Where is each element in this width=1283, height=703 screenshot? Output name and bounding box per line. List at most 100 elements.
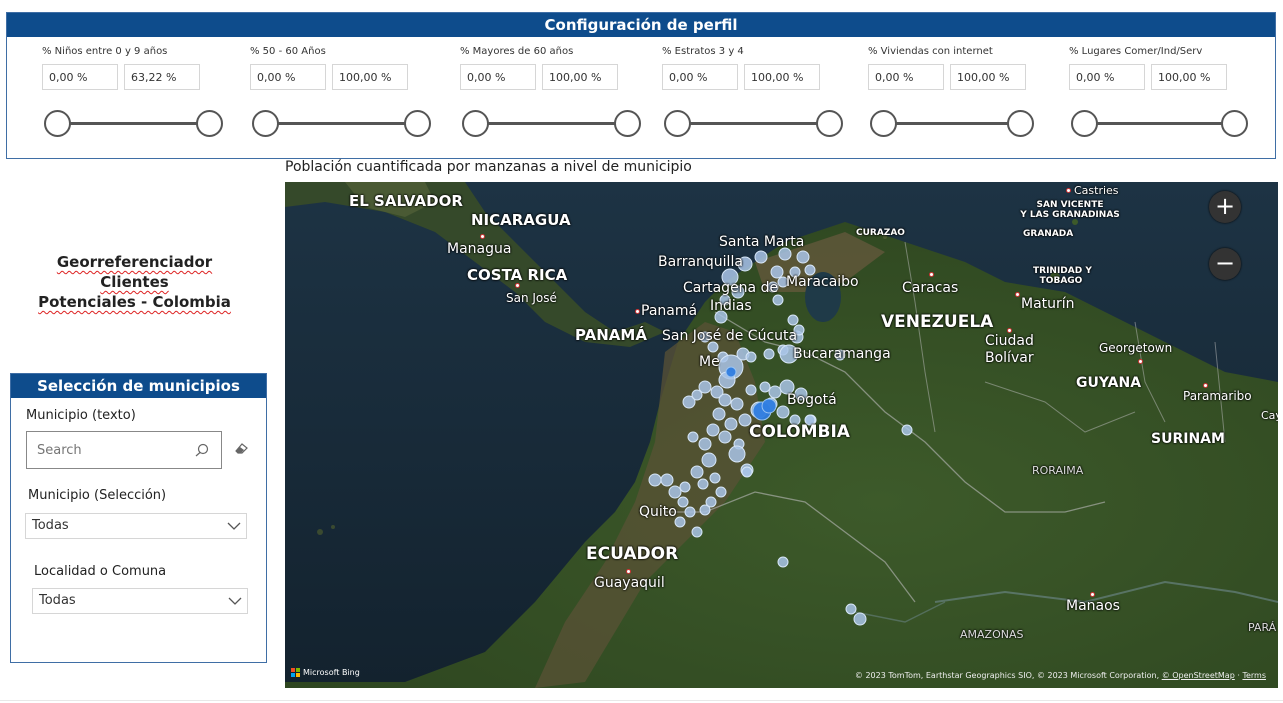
map-label-cartagena: Cartagena de bbox=[683, 280, 779, 296]
locality-dropdown-value: Todas bbox=[39, 593, 76, 608]
slider-min-handle[interactable] bbox=[664, 110, 691, 137]
slicer-label: % Lugares Comer/Ind/Serv bbox=[1069, 46, 1203, 57]
slider-track[interactable] bbox=[1081, 122, 1236, 125]
map-label-managua: Managua bbox=[447, 241, 512, 257]
map-label-guyana: GUYANA bbox=[1076, 375, 1142, 391]
terms-link[interactable]: Terms bbox=[1242, 671, 1266, 680]
slicer-lugares: % Lugares Comer/Ind/Serv 0,00 % 100,00 % bbox=[1069, 43, 1259, 153]
slicer-mayores-60: % Mayores de 60 años 0,00 % 100,00 % bbox=[460, 43, 650, 153]
slicer-internet: % Viviendas con internet 0,00 % 100,00 % bbox=[868, 43, 1058, 153]
san-vicente-line2: Y LAS GRANADINAS bbox=[1020, 210, 1120, 220]
slicer-max-input[interactable]: 100,00 % bbox=[744, 64, 820, 90]
map-label-para: PARÁ bbox=[1248, 621, 1277, 634]
slicer-max-input[interactable]: 100,00 % bbox=[332, 64, 408, 90]
slider-track[interactable] bbox=[262, 122, 419, 125]
map-view[interactable]: EL SALVADOR NICARAGUA Managua COSTA RICA… bbox=[285, 182, 1278, 688]
locality-dropdown[interactable]: Todas bbox=[32, 588, 248, 614]
municipio-text-label: Municipio (texto) bbox=[26, 408, 136, 423]
app-title-line2: Potenciales - Colombia bbox=[38, 293, 231, 311]
map-title: Población cuantificada por manzanas a ni… bbox=[285, 159, 692, 175]
slider-max-handle[interactable] bbox=[1221, 110, 1248, 137]
slider-min-handle[interactable] bbox=[1071, 110, 1098, 137]
profile-config-title: Configuración de perfil bbox=[7, 13, 1275, 37]
map-label-quito: Quito bbox=[639, 504, 677, 520]
microsoft-bing-logo: Microsoft Bing bbox=[291, 668, 360, 677]
slider-min-handle[interactable] bbox=[44, 110, 71, 137]
map-label-bucaramanga: Bucaramanga bbox=[793, 346, 891, 362]
map-label-colombia: COLOMBIA bbox=[749, 422, 850, 442]
slider-track[interactable] bbox=[472, 122, 629, 125]
zoom-in-button[interactable]: + bbox=[1209, 191, 1241, 223]
map-label-paramaribo: Paramaribo bbox=[1183, 389, 1252, 403]
slicer-label: % Viviendas con internet bbox=[868, 46, 993, 57]
map-attribution: © 2023 TomTom, Earthstar Geographics SIO… bbox=[854, 671, 1266, 680]
map-label-santa-marta: Santa Marta bbox=[719, 234, 805, 250]
city-marker bbox=[515, 283, 520, 288]
municipio-dropdown-value: Todas bbox=[32, 518, 69, 533]
city-marker bbox=[1066, 188, 1071, 193]
slicer-label: % 50 - 60 Años bbox=[250, 46, 326, 57]
map-label-caracas: Caracas bbox=[902, 280, 959, 296]
slicer-max-input[interactable]: 63,22 % bbox=[124, 64, 200, 90]
map-label-castries: Castries bbox=[1074, 184, 1119, 197]
search-icon[interactable] bbox=[195, 443, 209, 457]
bing-label: Microsoft Bing bbox=[303, 668, 360, 677]
slicer-min-input[interactable]: 0,00 % bbox=[42, 64, 118, 90]
slicer-max-input[interactable]: 100,00 % bbox=[1151, 64, 1227, 90]
slider-max-handle[interactable] bbox=[816, 110, 843, 137]
city-marker bbox=[1203, 383, 1208, 388]
municipio-select-label: Municipio (Selección) bbox=[28, 488, 167, 503]
chevron-down-icon bbox=[227, 522, 241, 530]
slicer-min-input[interactable]: 0,00 % bbox=[868, 64, 944, 90]
slicer-max-input[interactable]: 100,00 % bbox=[950, 64, 1026, 90]
app-title: Georreferenciador Clientes Potenciales -… bbox=[22, 252, 247, 312]
municipality-panel-title: Selección de municipios bbox=[11, 374, 266, 398]
slider-min-handle[interactable] bbox=[462, 110, 489, 137]
map-label-cucuta: San José de Cúcuta bbox=[662, 328, 798, 344]
slider-track[interactable] bbox=[54, 122, 211, 125]
slicer-min-input[interactable]: 0,00 % bbox=[662, 64, 738, 90]
municipio-dropdown[interactable]: Todas bbox=[25, 513, 247, 539]
city-marker bbox=[1015, 292, 1020, 297]
slicer-max-input[interactable]: 100,00 % bbox=[542, 64, 618, 90]
map-label-panama-city: Panamá bbox=[641, 303, 698, 319]
microsoft-logo-icon bbox=[291, 668, 300, 677]
city-marker bbox=[929, 272, 934, 277]
slider-min-handle[interactable] bbox=[252, 110, 279, 137]
map-label-surinam: SURINAM bbox=[1151, 431, 1225, 447]
zoom-out-button[interactable]: − bbox=[1209, 248, 1241, 280]
openstreetmap-link[interactable]: © OpenStreetMap bbox=[1162, 671, 1235, 680]
slider-max-handle[interactable] bbox=[1007, 110, 1034, 137]
slider-max-handle[interactable] bbox=[196, 110, 223, 137]
slider-min-handle[interactable] bbox=[870, 110, 897, 137]
map-label-el-salvador: EL SALVADOR bbox=[349, 192, 463, 210]
slider-track[interactable] bbox=[674, 122, 831, 125]
map-label-san-jose: San José bbox=[506, 291, 557, 305]
map-label-manaos: Manaos bbox=[1066, 598, 1120, 614]
map-label-venezuela: VENEZUELA bbox=[881, 312, 994, 332]
slider-track[interactable] bbox=[880, 122, 1020, 125]
municipio-search-box[interactable] bbox=[26, 431, 222, 469]
chevron-down-icon bbox=[228, 597, 242, 605]
slicer-label: % Mayores de 60 años bbox=[460, 46, 574, 57]
slider-max-handle[interactable] bbox=[404, 110, 431, 137]
locality-label: Localidad o Comuna bbox=[34, 564, 167, 579]
slider-max-handle[interactable] bbox=[614, 110, 641, 137]
slicer-50-60: % 50 - 60 Años 0,00 % 100,00 % bbox=[250, 43, 440, 153]
map-label-barranquilla: Barranquilla bbox=[658, 254, 743, 270]
map-label-ciudad-bolivar2: Bolívar bbox=[985, 350, 1034, 366]
profile-config-panel: Configuración de perfil % Niños entre 0 … bbox=[6, 12, 1276, 159]
slicer-min-input[interactable]: 0,00 % bbox=[460, 64, 536, 90]
slicer-min-input[interactable]: 0,00 % bbox=[1069, 64, 1145, 90]
search-input[interactable] bbox=[27, 432, 177, 468]
city-marker bbox=[480, 234, 485, 239]
map-label-ecuador: ECUADOR bbox=[586, 544, 679, 564]
slicer-min-input[interactable]: 0,00 % bbox=[250, 64, 326, 90]
map-label-cayenne: Caye bbox=[1261, 409, 1278, 422]
map-label-maracaibo: Maracaibo bbox=[786, 274, 859, 290]
city-marker bbox=[1138, 359, 1143, 364]
city-marker bbox=[626, 569, 631, 574]
map-label-granada: GRANADA bbox=[1023, 229, 1074, 239]
san-vicente-line1: SAN VICENTE bbox=[1036, 200, 1104, 210]
eraser-icon[interactable] bbox=[232, 439, 250, 457]
